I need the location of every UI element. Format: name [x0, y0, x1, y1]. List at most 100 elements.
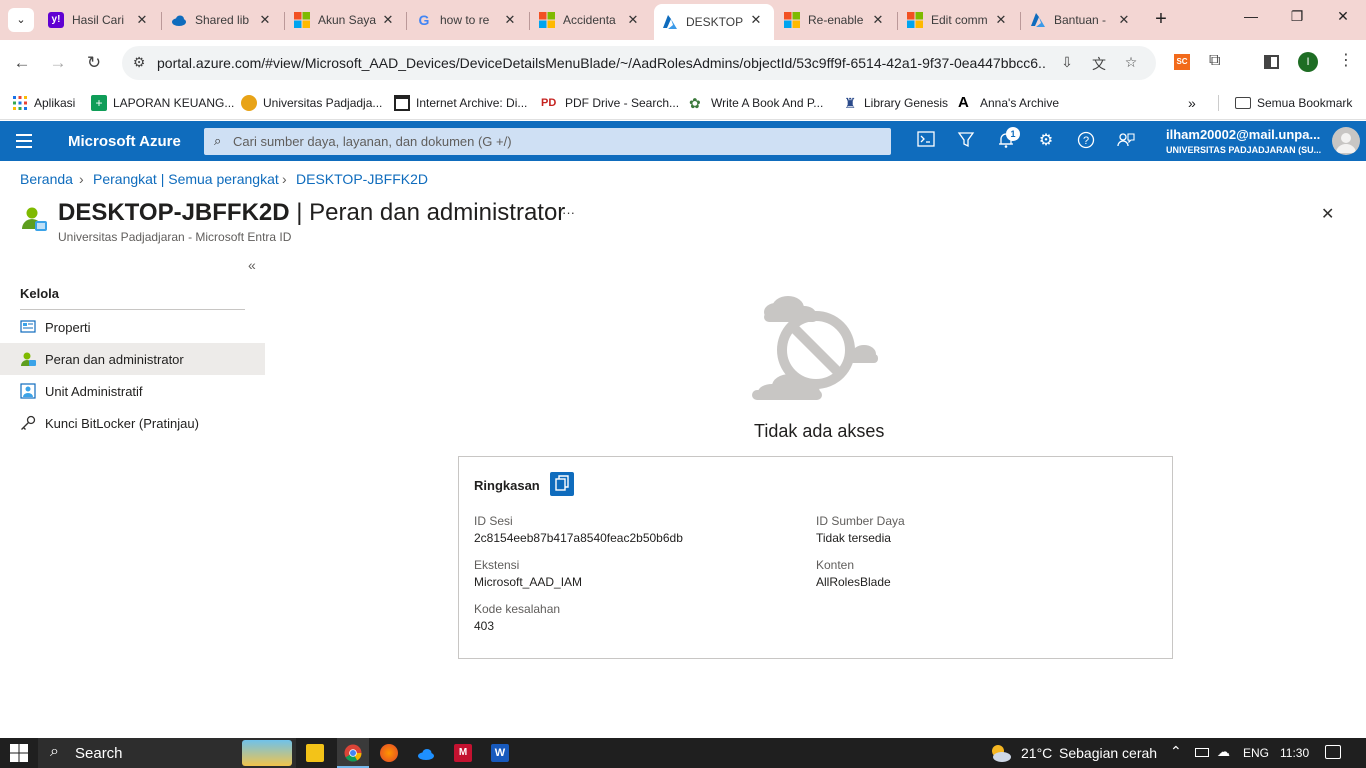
taskbar-search-box[interactable]: ⌕ Search [38, 738, 296, 768]
bookmark-item[interactable]: + LAPORAN KEUANG... [91, 93, 234, 113]
browser-tab[interactable]: Re-enable ✕ [776, 6, 896, 34]
close-tab-icon[interactable]: ✕ [380, 12, 396, 28]
tab-title: Edit comm [931, 13, 988, 27]
browser-tab[interactable]: y! Hasil Cari ✕ [40, 6, 160, 34]
back-icon[interactable]: ← [11, 52, 33, 74]
global-search-input[interactable]: ⌕ Cari sumber daya, layanan, dan dokumen… [204, 128, 891, 155]
extension-sc-icon[interactable]: SC [1174, 54, 1190, 70]
install-app-icon[interactable]: ⇩ [1058, 54, 1076, 72]
user-org[interactable]: UNIVERSITAS PADJADJARAN (SU... [1166, 145, 1321, 155]
network-icon[interactable]: ☁ [1217, 744, 1230, 760]
close-tab-icon[interactable]: ✕ [993, 12, 1009, 28]
more-options-button[interactable]: ··· [562, 205, 575, 220]
breadcrumb-devices[interactable]: Perangkat | Semua perangkat [93, 171, 279, 187]
bookmarks-overflow-icon[interactable]: » [1188, 93, 1196, 113]
tab-title: Bantuan - [1054, 13, 1107, 27]
menu-item-properties[interactable]: Properti [0, 311, 265, 343]
menu-item-label: Unit Administratif [45, 383, 143, 399]
close-tab-icon[interactable]: ✕ [134, 12, 150, 28]
onedrive-icon [171, 12, 187, 28]
extension-value: Microsoft_AAD_IAM [474, 575, 583, 589]
close-tab-icon[interactable]: ✕ [502, 12, 518, 28]
language-indicator[interactable]: ENG [1243, 746, 1269, 760]
browser-menu-icon[interactable]: ⋮ [1338, 50, 1354, 70]
chrome-taskbar-button[interactable] [337, 738, 369, 768]
close-tab-icon[interactable]: ✕ [625, 12, 641, 28]
browser-tab[interactable]: G how to re ✕ [408, 6, 528, 34]
close-tab-icon[interactable]: ✕ [870, 12, 886, 28]
tab-search-button[interactable]: ⌄ [8, 8, 34, 32]
browser-tab-active[interactable]: DESKTOP ✕ [654, 4, 774, 40]
browser-tab[interactable]: Shared lib ✕ [163, 6, 283, 34]
all-bookmarks-button[interactable]: Semua Bookmark [1235, 93, 1352, 113]
azure-brand[interactable]: Microsoft Azure [68, 133, 181, 150]
browser-tab[interactable]: Accidenta ✕ [531, 6, 651, 34]
profile-avatar[interactable]: I [1298, 52, 1318, 72]
bookmark-item[interactable]: ♜ Library Genesis [842, 93, 948, 113]
hamburger-menu-icon[interactable] [16, 134, 32, 148]
onedrive-icon[interactable] [417, 744, 435, 762]
site-settings-icon[interactable]: ⚙ [130, 54, 148, 72]
menu-item-admin-units[interactable]: Unit Administratif [0, 375, 265, 407]
clock-time[interactable]: 11:30 [1280, 746, 1309, 760]
chevron-up-icon[interactable]: ⌃ [1170, 743, 1182, 760]
copy-summary-button[interactable] [550, 472, 574, 496]
user-avatar[interactable] [1332, 127, 1360, 155]
weather-description[interactable]: Sebagian cerah [1059, 745, 1157, 761]
close-window-icon[interactable]: ✕ [1320, 8, 1366, 32]
user-email[interactable]: ilham20002@mail.unpa... [1166, 127, 1320, 142]
cloud-shell-icon[interactable] [916, 131, 936, 151]
close-tab-icon[interactable]: ✕ [1116, 12, 1132, 28]
word-icon[interactable]: W [491, 744, 509, 762]
browser-tab[interactable]: Edit comm ✕ [899, 6, 1019, 34]
taskbar-search-label: Search [75, 745, 123, 762]
file-explorer-icon[interactable] [306, 744, 324, 762]
bookmark-item[interactable]: Universitas Padjadja... [241, 93, 382, 113]
settings-gear-icon[interactable]: ⚙ [1036, 131, 1056, 151]
menu-item-bitlocker-keys[interactable]: Kunci BitLocker (Pratinjau) [0, 407, 265, 439]
translate-icon[interactable]: 文 [1090, 54, 1108, 72]
extension-label: Ekstensi [474, 558, 520, 572]
feedback-icon[interactable] [1116, 131, 1136, 151]
bookmark-label: Semua Bookmark [1257, 96, 1353, 110]
bookmark-star-icon[interactable]: ☆ [1122, 54, 1140, 72]
help-icon[interactable]: ? [1076, 131, 1096, 151]
minimize-icon[interactable]: — [1228, 8, 1274, 32]
tab-title: Re-enable [808, 13, 864, 27]
windows-start-icon[interactable] [10, 744, 28, 762]
bookmark-label: Universitas Padjadja... [263, 96, 383, 110]
restore-icon[interactable]: ❐ [1274, 8, 1320, 32]
extensions-puzzle-icon[interactable]: ⧉ [1209, 52, 1220, 70]
forward-icon[interactable]: → [47, 52, 69, 74]
microsoft-icon [539, 12, 555, 28]
mendeley-icon[interactable]: M [454, 744, 472, 762]
directory-filter-icon[interactable] [956, 131, 976, 151]
close-blade-button[interactable]: ✕ [1321, 204, 1334, 224]
collapse-menu-button[interactable]: « [248, 257, 256, 273]
new-tab-button[interactable]: + [1150, 8, 1172, 32]
breadcrumb-device[interactable]: DESKTOP-JBFFK2D [296, 171, 428, 187]
battery-icon[interactable] [1195, 748, 1209, 757]
notification-center-icon[interactable] [1325, 745, 1341, 759]
browser-tab[interactable]: Akun Saya ✕ [286, 6, 406, 34]
tab-title: Akun Saya [318, 13, 377, 27]
menu-item-roles-admins[interactable]: Peran dan administrator [0, 343, 265, 375]
bookmark-item[interactable]: PD PDF Drive - Search... [541, 93, 679, 113]
menu-item-label: Kunci BitLocker (Pratinjau) [45, 415, 199, 431]
summary-heading: Ringkasan [474, 478, 540, 493]
weather-icon[interactable] [988, 743, 1012, 763]
reload-icon[interactable]: ↻ [83, 52, 105, 74]
breadcrumb-home[interactable]: Beranda [20, 171, 73, 187]
side-panel-icon[interactable] [1264, 55, 1279, 69]
bookmark-item[interactable]: A Anna's Archive [958, 93, 1059, 113]
firefox-icon[interactable] [380, 744, 398, 762]
bookmark-item[interactable]: ✿ Write A Book And P... [689, 93, 823, 113]
bookmark-item[interactable]: Internet Archive: Di... [394, 93, 527, 113]
weather-temperature[interactable]: 21°C [1021, 745, 1052, 761]
url-text[interactable]: portal.azure.com/#view/Microsoft_AAD_Dev… [157, 55, 1047, 71]
close-tab-icon[interactable]: ✕ [257, 12, 273, 28]
address-bar[interactable]: ⚙ portal.azure.com/#view/Microsoft_AAD_D… [122, 46, 1156, 80]
close-tab-icon[interactable]: ✕ [748, 12, 764, 28]
browser-tab[interactable]: Bantuan - ✕ [1022, 6, 1142, 34]
bookmark-item[interactable]: Aplikasi [12, 93, 75, 113]
